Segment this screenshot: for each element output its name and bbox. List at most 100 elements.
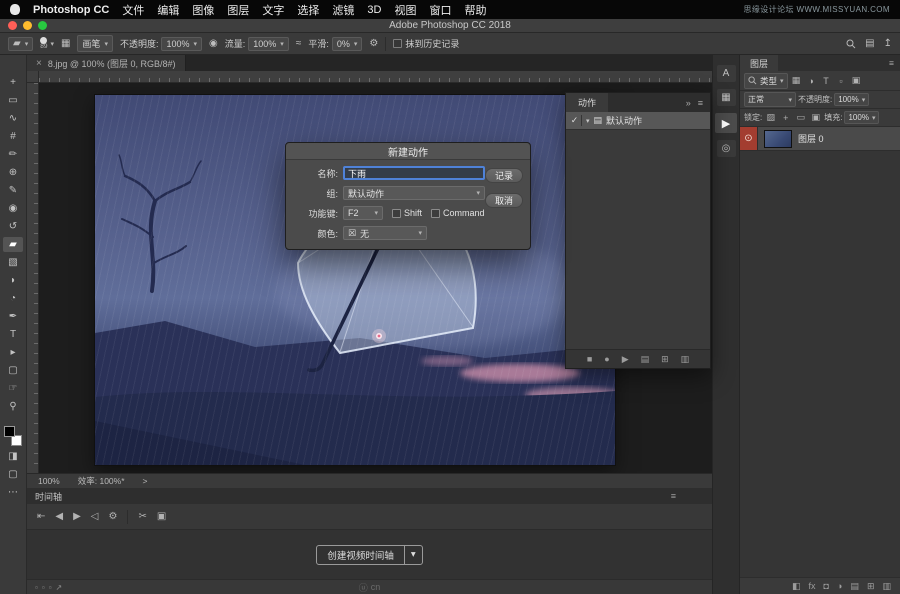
play-icon[interactable]: ▶ — [73, 511, 81, 522]
lock-all-icon[interactable]: ▣ — [809, 112, 822, 123]
filter-type-layers-icon[interactable]: T — [820, 76, 833, 86]
erase-to-history-checkbox[interactable] — [393, 39, 402, 48]
workspace-icon[interactable]: ▤ — [865, 39, 874, 49]
next-frame-icon[interactable]: ◁ — [91, 511, 99, 522]
fill-select[interactable]: 100% ▾ — [844, 111, 879, 124]
tool-preset-picker[interactable]: ▰ ▾ — [8, 37, 33, 51]
play-action-icon[interactable]: ▶ — [715, 113, 737, 133]
create-video-timeline-label[interactable]: 创建视频时间轴 — [317, 546, 405, 564]
mode-select[interactable]: 画笔 ▾ — [77, 35, 113, 52]
close-icon[interactable]: × — [36, 58, 42, 69]
layer-thumbnail[interactable] — [764, 130, 792, 148]
filter-shape-layers-icon[interactable]: ▫ — [835, 76, 848, 86]
new-layer-icon[interactable]: ⊞ — [867, 581, 875, 592]
create-video-timeline-button[interactable]: 创建视频时间轴 ▾ — [316, 545, 422, 565]
edit-toolbar-icon[interactable]: ⋯ — [3, 485, 23, 500]
actions-tab[interactable]: 动作 — [566, 93, 608, 112]
zoom-tool[interactable]: ⚲ — [3, 399, 23, 414]
brush-preset-picker[interactable]: 89 ▾ — [40, 37, 54, 51]
screen-mode-icon[interactable]: ▢ — [3, 467, 23, 482]
dodge-tool[interactable]: ◔ — [3, 291, 23, 306]
delete-action-icon[interactable]: ▥ — [681, 354, 690, 365]
document-tab[interactable]: × 8.jpg @ 100% (图层 0, RGB/8#) — [27, 55, 186, 71]
action-set-row[interactable]: ✓ ▾ ▤ 默认动作 — [566, 112, 710, 130]
zoom-level-value[interactable]: 100% — [38, 476, 60, 486]
brush-tool[interactable]: ✎ — [3, 183, 23, 198]
window-close-button[interactable] — [8, 21, 17, 30]
menu-item-window[interactable]: 窗口 — [429, 2, 451, 18]
path-select-tool[interactable]: ▸ — [3, 345, 23, 360]
timeline-settings-icon[interactable]: ⚙ — [109, 511, 118, 522]
action-group-select[interactable]: 默认动作 ▾ — [343, 186, 485, 200]
delete-layer-icon[interactable]: ▥ — [882, 581, 891, 592]
panel-menu-icon[interactable]: ≡ — [671, 491, 676, 501]
blend-mode-select[interactable]: 正常 ▾ — [744, 92, 796, 107]
split-clip-icon[interactable]: ✂ — [138, 511, 146, 522]
adjustment-layer-icon[interactable]: ◑ — [837, 581, 842, 591]
menu-item-layer[interactable]: 图层 — [227, 2, 249, 18]
timeline-tab[interactable]: 时间轴 — [35, 490, 62, 503]
layer-mask-icon[interactable]: ◘ — [824, 581, 829, 591]
share-icon[interactable]: ↥ — [884, 39, 892, 49]
apple-icon[interactable] — [10, 4, 20, 15]
menu-item-help[interactable]: 帮助 — [464, 2, 486, 18]
record-button[interactable]: 记录 — [485, 168, 523, 183]
marquee-tool[interactable]: ▭ — [3, 93, 23, 108]
lock-artboard-icon[interactable]: ▭ — [794, 112, 807, 123]
layers-tab[interactable]: 图层 — [740, 55, 778, 71]
frame-size-icon[interactable]: ▫ — [42, 583, 45, 592]
layer-visibility-eye-icon[interactable]: ⊙ — [740, 127, 758, 150]
menu-item-image[interactable]: 图像 — [192, 2, 214, 18]
lock-transparency-icon[interactable]: ▨ — [764, 112, 777, 123]
action-set-name[interactable]: 默认动作 — [606, 114, 642, 127]
filter-smart-objects-icon[interactable]: ▣ — [850, 75, 863, 86]
begin-recording-icon[interactable]: ● — [604, 354, 609, 364]
previous-frame-icon[interactable]: ◀ — [55, 511, 63, 522]
lasso-tool[interactable]: ∿ — [3, 111, 23, 126]
search-icon[interactable] — [846, 39, 856, 49]
menu-item-3d[interactable]: 3D — [367, 4, 381, 16]
status-chevron-icon[interactable]: > — [143, 476, 148, 486]
flow-select[interactable]: 100% ▾ — [248, 37, 289, 51]
lock-position-icon[interactable]: + — [779, 113, 792, 123]
gear-icon[interactable]: ⚙ — [369, 39, 378, 49]
filter-pixel-layers-icon[interactable]: ▦ — [790, 75, 803, 86]
function-key-select[interactable]: F2 ▾ — [343, 206, 383, 220]
frame-size-icon[interactable]: ▫ — [49, 583, 52, 592]
gradient-tool[interactable]: ▧ — [3, 255, 23, 270]
history-brush-tool[interactable]: ↺ — [3, 219, 23, 234]
smoothing-select[interactable]: 0% ▾ — [332, 37, 363, 51]
new-set-folder-icon[interactable]: ▤ — [641, 354, 650, 365]
expand-set-icon[interactable]: ▾ — [586, 117, 590, 125]
collapse-panel-icon[interactable]: » — [686, 98, 691, 108]
opacity-select[interactable]: 100% ▾ — [161, 37, 202, 51]
crop-tool[interactable]: # — [3, 129, 23, 144]
panel-menu-icon[interactable]: ≡ — [883, 58, 900, 68]
foreground-color-swatch[interactable] — [4, 426, 15, 437]
healing-brush-tool[interactable]: ⊕ — [3, 165, 23, 180]
eyedropper-tool[interactable]: ✏ — [3, 147, 23, 162]
move-tool[interactable]: + — [3, 75, 23, 90]
first-frame-icon[interactable]: ⇤ — [37, 511, 45, 522]
blur-tool[interactable]: ◗ — [3, 273, 23, 288]
app-menu-name[interactable]: Photoshop CC — [33, 4, 109, 16]
new-group-icon[interactable]: ▤ — [850, 581, 859, 592]
shift-checkbox[interactable] — [392, 209, 401, 218]
window-zoom-button[interactable] — [38, 21, 47, 30]
window-minimize-button[interactable] — [23, 21, 32, 30]
link-layers-icon[interactable]: ◧ — [792, 581, 801, 592]
chevron-down-icon[interactable]: ▾ — [405, 546, 422, 564]
hand-tool[interactable]: ☞ — [3, 381, 23, 396]
erase-to-history-control[interactable]: 抹到历史记录 — [393, 37, 459, 50]
stop-recording-icon[interactable]: ■ — [587, 354, 592, 364]
frame-size-icon[interactable]: ▫ — [35, 583, 38, 592]
layer-filter-select[interactable]: 类型 ▾ — [744, 73, 788, 89]
menu-item-type[interactable]: 文字 — [262, 2, 284, 18]
libraries-panel-icon[interactable]: ▦ — [717, 89, 736, 106]
cancel-button[interactable]: 取消 — [485, 193, 523, 208]
menu-item-file[interactable]: 文件 — [122, 2, 144, 18]
eraser-tool[interactable]: ▰ — [3, 237, 23, 252]
airbrush-icon[interactable]: ≈ — [296, 39, 302, 49]
color-swatches[interactable] — [3, 426, 23, 446]
menu-item-filter[interactable]: 滤镜 — [332, 2, 354, 18]
